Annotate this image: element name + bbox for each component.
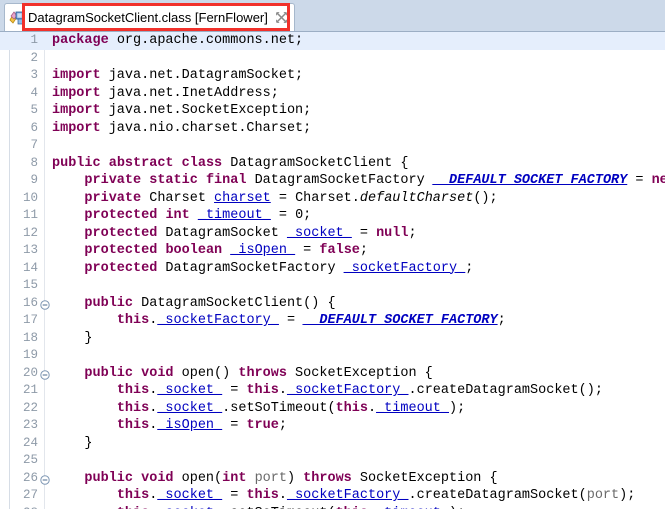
code-line[interactable]: 24 } <box>0 435 665 453</box>
code-line[interactable]: 15 <box>0 277 665 295</box>
code-text: this._socket_ = this._socketFactory_.cre… <box>116 383 603 398</box>
code-line[interactable]: 7 <box>0 137 665 155</box>
code-text: import java.net.SocketException; <box>52 103 312 118</box>
line-number: 24 <box>22 435 38 450</box>
code-text: import java.net.InetAddress; <box>52 85 279 101</box>
line-number: 25 <box>22 453 38 467</box>
code-text: package org.apache.commons.net; <box>52 33 304 48</box>
code-text: protected int _timeout_ = 0; <box>84 208 312 223</box>
code-line[interactable]: 2 <box>0 50 665 68</box>
code-text: public abstract class DatagramSocketClie… <box>52 155 409 171</box>
line-number: 1 <box>30 33 38 47</box>
close-x-icon[interactable] <box>275 11 288 24</box>
code-line[interactable]: 13 protected boolean _isOpen_ = false; <box>0 242 665 260</box>
line-number: 20 <box>22 365 38 380</box>
line-number: 23 <box>22 418 38 432</box>
code-text: this._socket_.setSoTimeout(this._timeout… <box>116 400 466 416</box>
code-line[interactable]: 16 public DatagramSocketClient() { <box>0 295 665 313</box>
line-number: 15 <box>22 278 38 292</box>
line-number: 21 <box>22 383 38 397</box>
line-number: 3 <box>30 68 38 82</box>
code-text: import java.nio.charset.Charset; <box>52 120 312 136</box>
eclipse-editor-window: DatagramSocketClient.class [FernFlower] <box>0 0 665 509</box>
code-text: } <box>52 330 93 346</box>
code-line[interactable]: 18 } <box>0 330 665 348</box>
code-line[interactable]: 6 import java.nio.charset.Charset; <box>0 120 665 138</box>
code-line[interactable]: 12 protected DatagramSocket _socket_ = n… <box>0 225 665 243</box>
code-line[interactable]: 25 <box>0 452 665 470</box>
code-line[interactable]: 4 import java.net.InetAddress; <box>0 85 665 103</box>
code-line[interactable]: 9 private static final DatagramSocketFac… <box>0 172 665 190</box>
fold-collapse-icon[interactable] <box>40 474 50 485</box>
code-line[interactable]: 1 package org.apache.commons.net; <box>0 32 665 50</box>
code-text: this._socket_.setSoTimeout(this._timeout… <box>52 505 465 509</box>
line-number: 6 <box>30 120 38 135</box>
code-text: import java.net.DatagramSocket; <box>52 68 304 83</box>
line-number: 13 <box>22 243 38 257</box>
code-line[interactable]: 10 private Charset charset = Charset.def… <box>0 190 665 208</box>
code-line[interactable]: 3 import java.net.DatagramSocket; <box>0 67 665 85</box>
code-text: private static final DatagramSocketFacto… <box>84 173 665 188</box>
editor-tab-label: DatagramSocketClient.class [FernFlower] <box>28 9 268 25</box>
code-text: protected DatagramSocketFactory _socketF… <box>84 260 474 276</box>
line-number: 22 <box>22 400 38 415</box>
code-text: private Charset charset = Charset.defaul… <box>84 190 498 206</box>
code-line[interactable]: 5 import java.net.SocketException; <box>0 102 665 120</box>
code-line[interactable]: 28 this._socket_.setSoTimeout(this._time… <box>0 505 665 509</box>
line-number: 5 <box>30 103 38 117</box>
line-number: 28 <box>0 505 38 509</box>
code-line[interactable]: 22 this._socket_.setSoTimeout(this._time… <box>0 400 665 418</box>
line-number: 26 <box>22 470 38 485</box>
line-number: 9 <box>30 173 38 187</box>
line-number: 27 <box>22 488 38 502</box>
fold-collapse-icon[interactable] <box>40 369 50 380</box>
line-number: 18 <box>22 330 38 345</box>
code-text: protected boolean _isOpen_ = false; <box>84 243 369 258</box>
line-number: 10 <box>22 190 38 205</box>
code-text: this._isOpen_ = true; <box>116 418 287 433</box>
fold-collapse-icon[interactable] <box>40 299 50 310</box>
line-number: 19 <box>22 348 38 362</box>
code-text: public void open(int port) throws Socket… <box>84 470 498 486</box>
code-line[interactable]: 19 <box>0 347 665 365</box>
line-number: 11 <box>22 208 38 222</box>
editor-tab-bar: DatagramSocketClient.class [FernFlower] <box>0 0 665 32</box>
code-text: this._socket_ = this._socketFactory_.cre… <box>116 488 636 503</box>
code-text: protected DatagramSocket _socket_ = null… <box>84 225 417 241</box>
code-editor-area[interactable]: 1 package org.apache.commons.net; 2 3 import… <box>0 32 665 509</box>
java-class-decompiled-icon <box>9 10 25 26</box>
line-number: 4 <box>30 85 38 100</box>
line-number: 2 <box>30 50 38 65</box>
code-line[interactable]: 27 this._socket_ = this._socketFactory_.… <box>0 487 665 505</box>
code-text: public DatagramSocketClient() { <box>84 295 336 311</box>
line-number: 8 <box>30 155 38 170</box>
line-number: 12 <box>22 225 38 240</box>
line-number: 14 <box>22 260 38 275</box>
code-line[interactable]: 14 protected DatagramSocketFactory _sock… <box>0 260 665 278</box>
code-line[interactable]: 20 public void open() throws SocketExcep… <box>0 365 665 383</box>
line-number: 17 <box>22 313 38 327</box>
code-line[interactable]: 26 public void open(int port) throws Soc… <box>0 470 665 488</box>
line-number: 16 <box>22 295 38 310</box>
code-text: } <box>52 435 93 451</box>
code-line[interactable]: 17 this._socketFactory_ = __DEFAULT_SOCK… <box>0 312 665 330</box>
code-line[interactable]: 11 protected int _timeout_ = 0; <box>0 207 665 225</box>
code-line[interactable]: 21 this._socket_ = this._socketFactory_.… <box>0 382 665 400</box>
editor-tab-strip: DatagramSocketClient.class [FernFlower] <box>4 3 663 31</box>
code-line[interactable]: 23 this._isOpen_ = true; <box>0 417 665 435</box>
line-number: 7 <box>30 138 38 152</box>
code-lines-container: 1 package org.apache.commons.net; 2 3 import… <box>0 32 665 509</box>
code-line[interactable]: 8 public abstract class DatagramSocketCli… <box>0 155 665 173</box>
code-text: public void open() throws SocketExceptio… <box>84 365 433 381</box>
code-text: this._socketFactory_ = __DEFAULT_SOCKET_… <box>116 313 506 328</box>
editor-tab-datagramsocketclient[interactable]: DatagramSocketClient.class [FernFlower] <box>4 3 295 31</box>
